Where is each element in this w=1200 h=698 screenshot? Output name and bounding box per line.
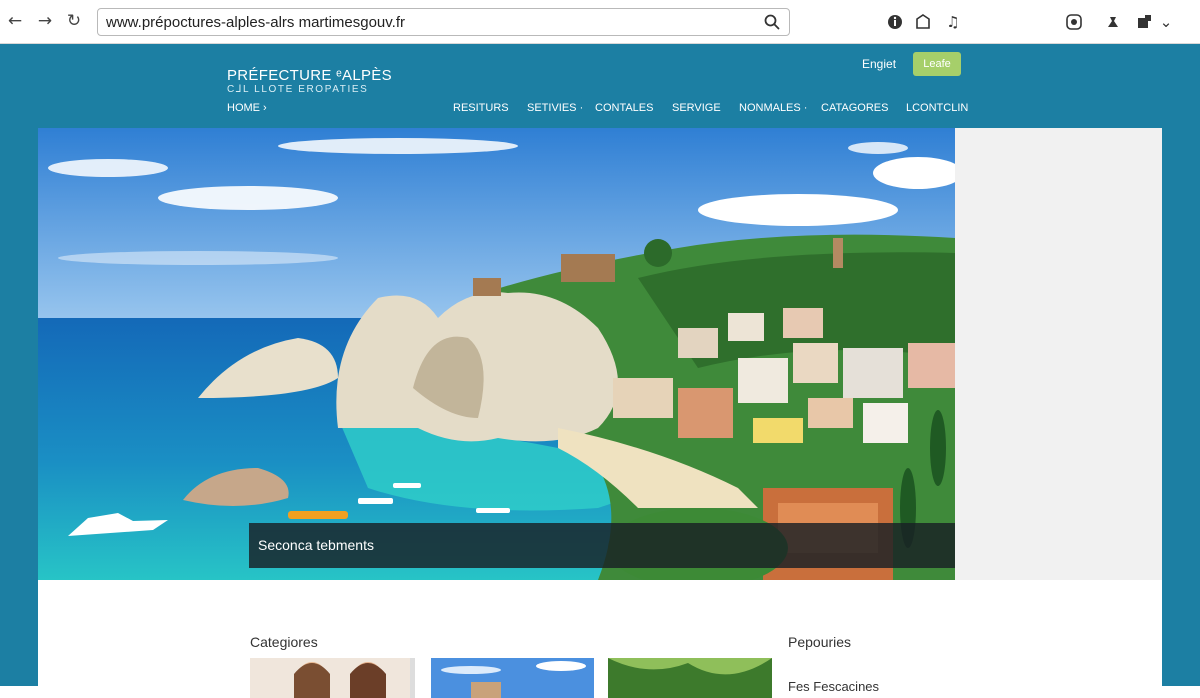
nav-item-7[interactable]: LCONTCLIN <box>906 102 968 114</box>
extension-icon[interactable] <box>1064 12 1084 32</box>
reload-icon[interactable]: ↻ <box>63 10 85 32</box>
side-panel <box>955 128 1162 580</box>
menu-icon[interactable]: ⌄ <box>1156 12 1176 32</box>
browser-toolbar: ← → ↻ www.prépoctures-alples-alrs martim… <box>0 0 1200 44</box>
nav-item-4[interactable]: SERVIGE <box>672 102 721 114</box>
profile-icon[interactable] <box>1134 12 1154 32</box>
url-text: www.prépoctures-alples-alrs martimesgouv… <box>106 14 405 31</box>
nav-item-3[interactable]: CONTALES <box>595 102 653 114</box>
hero-caption-bar: Seconca tebments <box>249 523 955 568</box>
hero-caption: Seconca tebments <box>258 537 374 553</box>
back-arrow-icon[interactable]: ← <box>4 10 26 32</box>
breadcrumb-home[interactable]: HOME › <box>227 102 267 114</box>
category-thumbnail-2[interactable] <box>431 658 594 698</box>
categories-heading: Categiores <box>250 634 318 650</box>
pin-icon[interactable] <box>1103 12 1123 32</box>
top-button[interactable]: Leafe <box>913 52 961 76</box>
site-logo-subtitle: C⅃L LLOTE EROPATIES <box>227 84 369 95</box>
shield-icon[interactable] <box>913 12 933 32</box>
nav-item-2[interactable]: SETIVIES · <box>527 102 583 114</box>
category-thumbnail-3[interactable] <box>608 658 772 698</box>
nav-item-1[interactable]: RESITURS <box>453 102 509 114</box>
site-logo-title[interactable]: PRÉFECTURE ᵉALPÈS <box>227 67 392 84</box>
category-thumbnail-1[interactable] <box>250 658 415 698</box>
top-link[interactable]: Engiet <box>862 57 896 71</box>
site-frame: PRÉFECTURE ᵉALPÈS C⅃L LLOTE EROPATIES HO… <box>0 44 1200 698</box>
popular-heading: Pepouries <box>788 634 852 650</box>
forward-arrow-icon[interactable]: → <box>34 10 56 32</box>
music-icon[interactable]: ♫ <box>943 12 963 32</box>
content-section: Categiores Pepouries Fes Fescacines <box>38 580 1162 698</box>
popular-item[interactable]: Fes Fescacines <box>788 679 879 694</box>
nav-item-6[interactable]: CATAGORES <box>821 102 888 114</box>
hero-image: Seconca tebments <box>38 128 955 580</box>
search-icon[interactable] <box>763 13 781 31</box>
info-icon[interactable] <box>885 12 905 32</box>
address-bar[interactable]: www.prépoctures-alples-alrs martimesgouv… <box>97 8 790 36</box>
nav-item-5[interactable]: NONMALES · <box>739 102 807 114</box>
